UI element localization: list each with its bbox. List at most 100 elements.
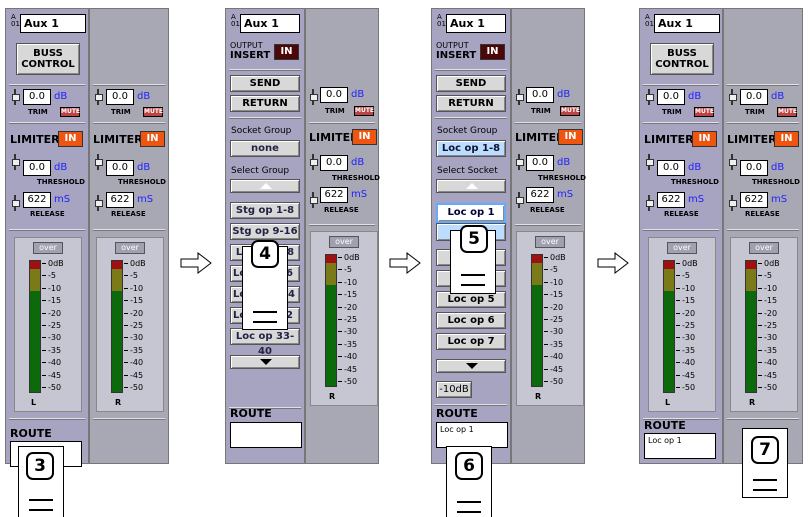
threshold-fader-icon[interactable] <box>516 154 524 170</box>
release-value[interactable]: 622 <box>526 187 554 203</box>
release-unit: mS <box>771 194 788 205</box>
meter-scale-tick: -25 <box>124 322 143 330</box>
meter-scale-tick: -45 <box>124 371 143 380</box>
meter-scale-tick: -25 <box>544 316 563 324</box>
trim-fader-icon[interactable] <box>310 89 318 105</box>
buss-control-button[interactable]: BUSS CONTROL <box>16 43 80 75</box>
meter-scale-tick: -35 <box>758 346 777 355</box>
trim-fader-icon[interactable] <box>95 89 103 105</box>
threshold-fader-icon[interactable] <box>95 154 103 170</box>
limiter-in-button[interactable]: IN <box>774 131 799 147</box>
next-step-arrow-icon <box>389 252 421 274</box>
mute-button[interactable]: MUTE <box>354 106 374 116</box>
limiter-in-button[interactable]: IN <box>692 131 717 147</box>
release-fader-icon[interactable] <box>310 192 318 208</box>
group-option[interactable]: Stg op 1-8 <box>230 202 300 219</box>
release-fader-icon[interactable] <box>729 195 737 211</box>
release-label: RELEASE <box>745 210 780 218</box>
release-fader-icon[interactable] <box>12 195 20 211</box>
scroll-down-button[interactable] <box>436 359 506 373</box>
meter-channel-label: R <box>329 392 336 401</box>
scroll-down-button[interactable] <box>230 355 300 369</box>
route-label: ROUTE <box>436 407 478 420</box>
insert-in-button[interactable]: IN <box>480 44 505 60</box>
threshold-value[interactable]: 0.0 <box>23 160 51 176</box>
down-arrow-icon <box>466 363 478 369</box>
route-field[interactable]: Loc op 1 <box>644 433 716 459</box>
trim-value[interactable]: 0.0 <box>657 89 685 105</box>
threshold-fader-icon[interactable] <box>646 154 654 170</box>
meter-scale-tick: -10 <box>124 284 143 293</box>
socket-option[interactable]: Loc op 7 <box>436 333 506 350</box>
release-value[interactable]: 622 <box>23 192 51 208</box>
limiter-in-button[interactable]: IN <box>58 131 83 147</box>
channel-name-field[interactable]: Aux 1 <box>446 14 506 33</box>
threshold-fader-icon[interactable] <box>729 154 737 170</box>
mute-button[interactable]: MUTE <box>560 106 580 116</box>
trim-fader-icon[interactable] <box>12 89 20 105</box>
meter-scale-tick: 0dB <box>676 260 698 268</box>
trim-value[interactable]: 0.0 <box>23 89 51 105</box>
scroll-up-button[interactable] <box>436 179 506 193</box>
threshold-value[interactable]: 0.0 <box>657 160 685 176</box>
meter-scale-tick: -45 <box>676 371 695 380</box>
limiter-in-button[interactable]: IN <box>558 129 583 145</box>
trim-value[interactable]: 0.0 <box>526 87 554 103</box>
trim-fader-icon[interactable] <box>729 89 737 105</box>
trim-fader-icon[interactable] <box>516 89 524 105</box>
meter-scale-tick: -20 <box>544 303 563 312</box>
send-button[interactable]: SEND <box>230 75 300 92</box>
channel-name-field[interactable]: Aux 1 <box>20 14 86 33</box>
release-value[interactable]: 622 <box>106 192 134 208</box>
mute-button[interactable]: MUTE <box>777 107 797 117</box>
group-option[interactable]: Loc op 33-40 <box>230 328 300 357</box>
release-value[interactable]: 622 <box>320 187 348 203</box>
route-field[interactable]: Loc op 1 <box>436 422 508 448</box>
release-value[interactable]: 622 <box>740 192 768 208</box>
return-button[interactable]: RETURN <box>230 95 300 112</box>
mute-button[interactable]: MUTE <box>60 107 80 117</box>
mute-button[interactable]: MUTE <box>694 107 714 117</box>
threshold-fader-icon[interactable] <box>12 154 20 170</box>
trim-fader-icon[interactable] <box>646 89 654 105</box>
threshold-value[interactable]: 0.0 <box>526 155 554 171</box>
release-fader-icon[interactable] <box>516 192 524 208</box>
meter-channel-label: R <box>115 398 122 407</box>
limiter-in-button[interactable]: IN <box>352 129 377 145</box>
trim-value[interactable]: 0.0 <box>740 89 768 105</box>
socket-option-selected[interactable]: Loc op 1 <box>436 203 506 223</box>
route-field[interactable] <box>230 422 302 448</box>
meter-scale: 0dB -5 -10 -15 -20 -25 -30 -35 -40 -45 -50 <box>338 254 376 394</box>
socket-option[interactable]: Loc op 6 <box>436 312 506 329</box>
trim-value[interactable]: 0.0 <box>320 87 348 103</box>
channel-name-field[interactable]: Aux 1 <box>654 14 720 33</box>
over-indicator: over <box>33 242 63 254</box>
release-fader-icon[interactable] <box>646 195 654 211</box>
meter-scale-tick: -35 <box>544 340 563 349</box>
threshold-value[interactable]: 0.0 <box>320 155 348 171</box>
pad-button[interactable]: -10dB <box>436 381 472 398</box>
group-option[interactable]: Stg op 9-16 <box>230 223 300 240</box>
threshold-unit: dB <box>771 162 785 173</box>
meter-scale-tick: -20 <box>124 309 143 318</box>
limiter-in-button[interactable]: IN <box>140 131 165 147</box>
socket-group-value[interactable]: Loc op 1-8 <box>436 140 506 157</box>
release-fader-icon[interactable] <box>95 195 103 211</box>
threshold-value[interactable]: 0.0 <box>106 160 134 176</box>
trim-value[interactable]: 0.0 <box>106 89 134 105</box>
trim-unit: dB <box>688 91 702 102</box>
send-button[interactable]: SEND <box>436 75 506 92</box>
meter-scale-tick: -5 <box>124 272 138 280</box>
release-value[interactable]: 622 <box>657 192 685 208</box>
threshold-fader-icon[interactable] <box>310 154 318 170</box>
return-button[interactable]: RETURN <box>436 95 506 112</box>
level-meter-left: over 0dB -5 -10 -15 -20 -25 -30 -35 -40 -45 -50 L <box>14 237 82 412</box>
meter-scale-tick: -50 <box>42 384 61 392</box>
mute-button[interactable]: MUTE <box>143 107 163 117</box>
buss-control-button[interactable]: BUSS CONTROL <box>650 43 714 75</box>
scroll-up-button[interactable] <box>230 179 300 193</box>
insert-in-button[interactable]: IN <box>274 44 299 60</box>
channel-name-field[interactable]: Aux 1 <box>240 14 300 33</box>
threshold-value[interactable]: 0.0 <box>740 160 768 176</box>
socket-group-value[interactable]: none <box>230 140 300 157</box>
